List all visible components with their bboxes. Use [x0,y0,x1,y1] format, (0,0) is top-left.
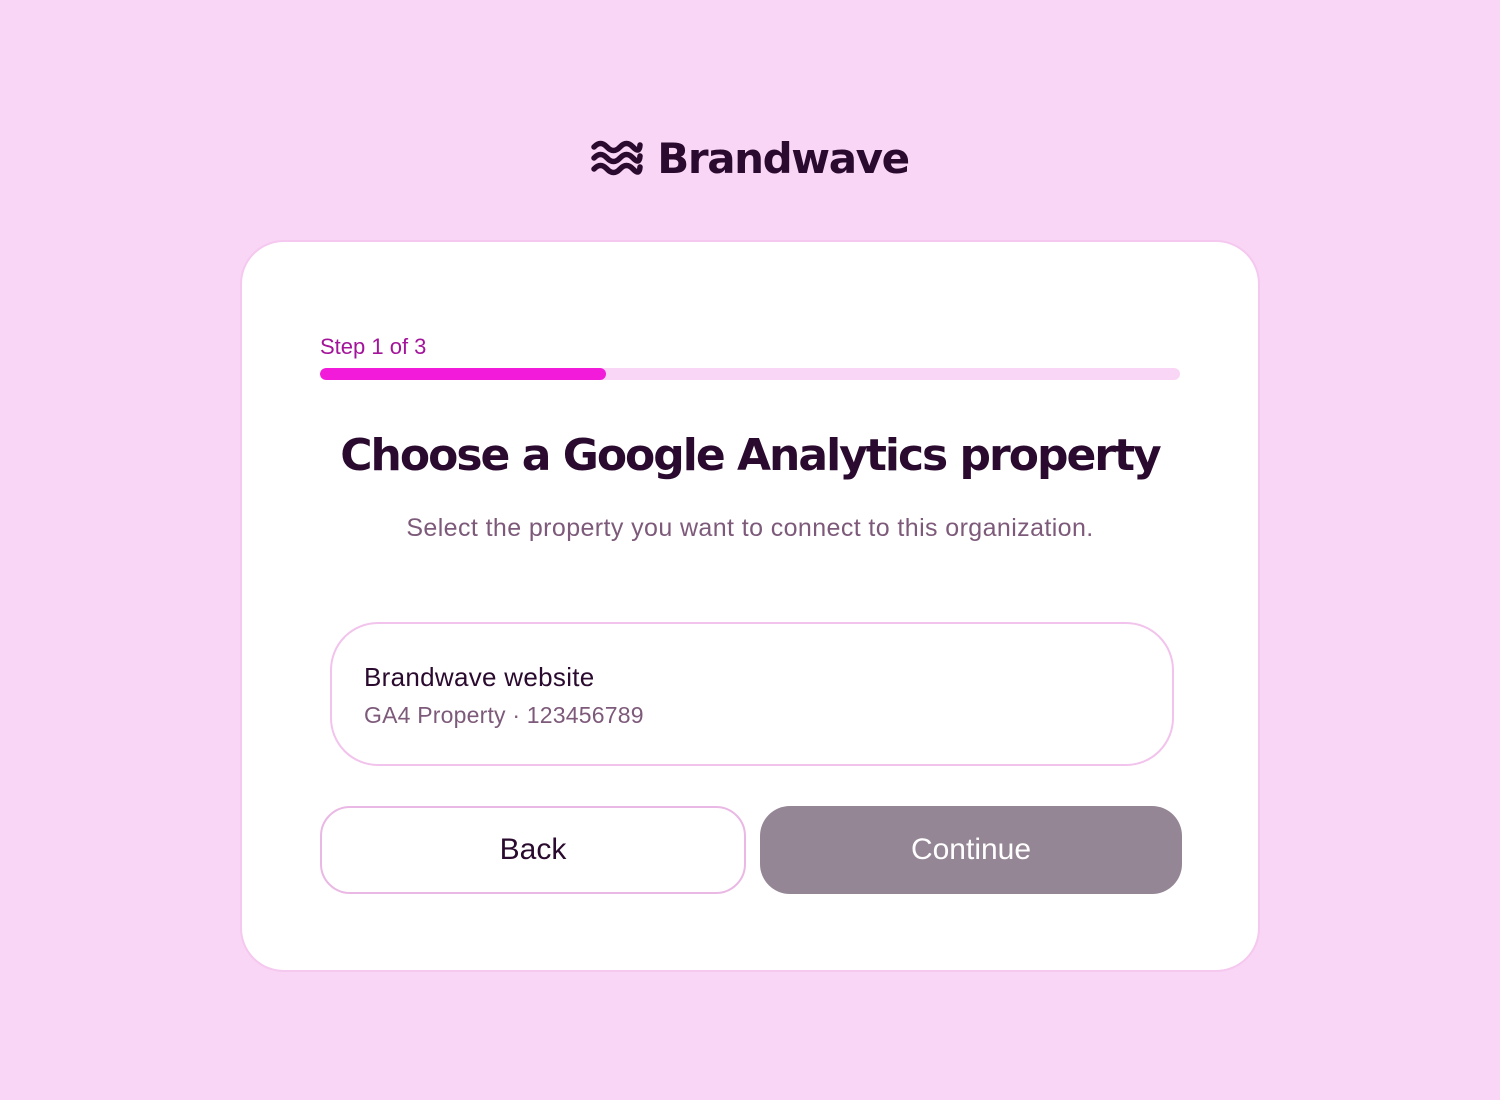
property-option[interactable]: Brandwave website GA4 Property · 1234567… [330,622,1174,766]
brand-header: Brandwave [0,128,1500,188]
progress-bar [320,368,1180,380]
property-name: Brandwave website [364,662,595,692]
progress-bar-fill [320,368,607,380]
brand-name: Brandwave [657,133,910,183]
continue-button[interactable]: Continue [760,806,1182,894]
back-button[interactable]: Back [320,806,746,894]
property-meta: GA4 Property · 123456789 [364,702,644,728]
step-indicator: Step 1 of 3 [320,334,427,359]
waves-icon [591,140,644,176]
property-selection-card: Step 1 of 3 Choose a Google Analytics pr… [240,240,1260,972]
page-subtitle: Select the property you want to connect … [406,514,1094,542]
page-title: Choose a Google Analytics property [340,430,1161,481]
